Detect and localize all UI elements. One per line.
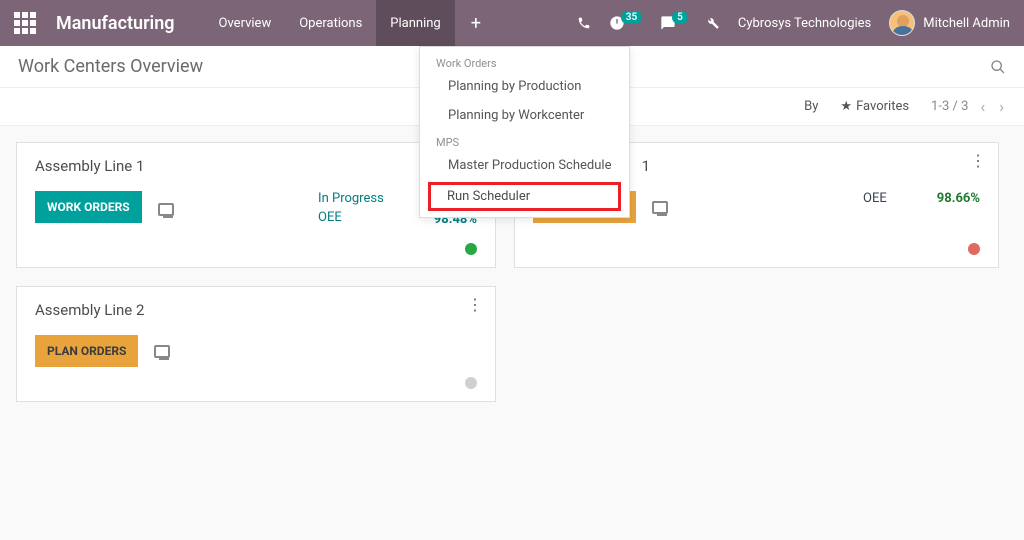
star-icon: ★ [840, 99, 852, 114]
status-dot [465, 243, 477, 255]
dropdown-item-run-scheduler[interactable]: Run Scheduler [428, 182, 621, 211]
phone-icon[interactable] [577, 16, 591, 30]
dropdown-item-planning-workcenter[interactable]: Planning by Workcenter [420, 101, 629, 130]
work-orders-button[interactable]: WORK ORDERS [35, 191, 142, 223]
activity-badge: 35 [621, 11, 642, 24]
apps-icon[interactable] [14, 12, 36, 34]
workcenter-card: Assembly Line 2 ⋮ PLAN ORDERS [16, 286, 496, 402]
monitor-icon[interactable] [158, 203, 174, 216]
dropdown-item-master-schedule[interactable]: Master Production Schedule [420, 151, 629, 180]
oee-label: OEE [318, 210, 384, 225]
dropdown-section-mps: MPS [420, 130, 629, 151]
pager-prev-icon[interactable]: ‹ [978, 97, 987, 116]
card-menu-icon[interactable]: ⋮ [970, 157, 986, 165]
status-label: In Progress [318, 191, 384, 206]
avatar-icon [889, 10, 915, 36]
nav-overview[interactable]: Overview [205, 0, 286, 46]
brand-title: Manufacturing [56, 13, 175, 34]
search-icon[interactable] [990, 59, 1006, 75]
pager-text: 1-3 / 3 [931, 99, 968, 114]
group-by-menu[interactable]: By [804, 99, 818, 114]
card-title: Assembly Line 2 [35, 301, 477, 319]
planning-dropdown: Work Orders Planning by Production Plann… [419, 46, 630, 218]
top-navbar: Manufacturing Overview Operations Planni… [0, 0, 1024, 46]
activity-icon[interactable]: 35 [609, 15, 642, 31]
nav-planning[interactable]: Planning [376, 0, 454, 46]
dropdown-item-planning-production[interactable]: Planning by Production [420, 72, 629, 101]
tools-icon[interactable] [706, 16, 720, 30]
messages-badge: 5 [672, 11, 688, 24]
card-title: Assembly Line 1 [35, 157, 477, 175]
pager-next-icon[interactable]: › [997, 97, 1006, 116]
pager: 1-3 / 3 ‹ › [931, 97, 1006, 116]
monitor-icon[interactable] [154, 345, 170, 358]
user-menu[interactable]: Mitchell Admin [889, 10, 1010, 36]
monitor-icon[interactable] [652, 201, 668, 214]
company-name[interactable]: Cybrosys Technologies [738, 16, 871, 31]
status-dot [968, 243, 980, 255]
favorites-menu[interactable]: ★ Favorites [840, 99, 909, 114]
nav-operations[interactable]: Operations [285, 0, 376, 46]
messages-icon[interactable]: 5 [660, 15, 688, 31]
dropdown-section-workorders: Work Orders [420, 51, 629, 72]
status-dot [465, 377, 477, 389]
plan-orders-button[interactable]: PLAN ORDERS [35, 335, 138, 367]
nav-add-icon[interactable]: + [455, 13, 497, 34]
oee-label: OEE [863, 191, 887, 206]
card-menu-icon[interactable]: ⋮ [467, 301, 483, 309]
user-name: Mitchell Admin [923, 16, 1010, 31]
oee-value: 98.66% [937, 191, 980, 206]
